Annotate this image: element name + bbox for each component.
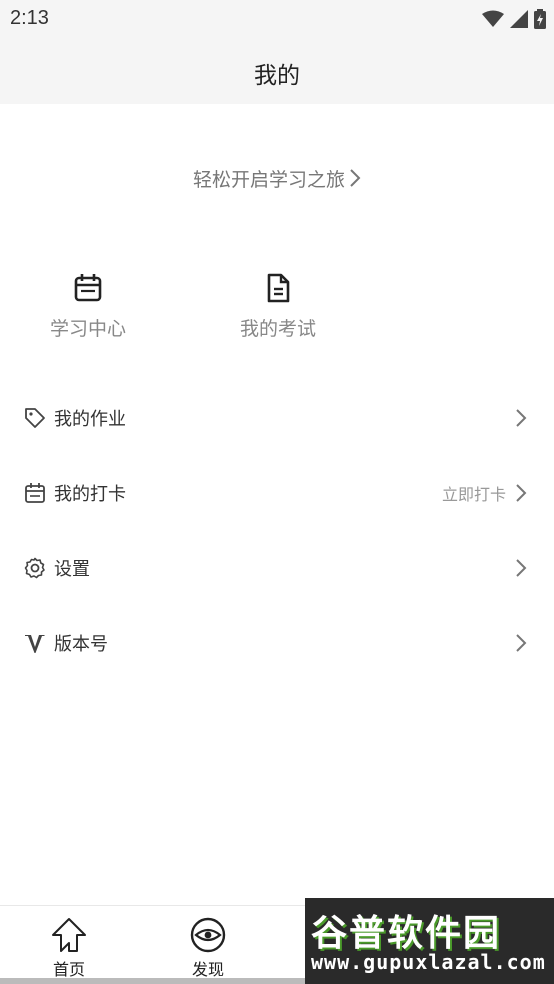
wifi-icon: [482, 10, 504, 27]
menu-item-my-checkin[interactable]: 我的打卡 立即打卡: [0, 465, 554, 521]
watermark: 谷普软件园 www.gupuxlazal.com: [305, 898, 554, 984]
eye-icon: [190, 917, 226, 953]
tag-icon: [24, 407, 46, 429]
chevron-right-icon: [516, 559, 527, 577]
menu-item-my-homework[interactable]: 我的作业: [0, 390, 554, 446]
page-title: 我的: [254, 63, 300, 89]
quick-item-label: 学习中心: [49, 318, 126, 340]
nav-item-label: 首页: [52, 960, 85, 979]
watermark-url: www.gupuxlazal.com: [311, 950, 546, 974]
quick-item-study-center[interactable]: 学习中心: [8, 272, 168, 344]
menu-item-label: 版本号: [54, 634, 108, 655]
status-icons: [482, 8, 546, 30]
banner-text: 轻松开启学习之旅: [192, 168, 345, 191]
menu-item-settings[interactable]: 设置: [0, 540, 554, 596]
gear-icon: [24, 557, 46, 579]
nav-item-home[interactable]: 首页: [19, 916, 119, 980]
menu-item-version[interactable]: 版本号: [0, 615, 554, 671]
menu-item-label: 设置: [54, 559, 90, 580]
calendar-icon: [24, 482, 46, 504]
checkin-now-text[interactable]: 立即打卡: [442, 481, 506, 505]
nav-item-label: 发现: [191, 960, 224, 979]
home-arrow-icon: [52, 918, 86, 952]
quick-item-my-exams[interactable]: 我的考试: [198, 272, 358, 344]
watermark-title: 谷普软件园: [311, 913, 502, 954]
chevron-right-icon: [349, 168, 361, 188]
status-bar: 2:13: [0, 0, 554, 38]
chevron-right-icon: [516, 409, 527, 427]
status-time: 2:13: [10, 7, 49, 29]
title-bar: 我的: [0, 38, 554, 104]
v-icon: [24, 632, 46, 654]
nav-item-discover[interactable]: 发现: [158, 916, 258, 980]
battery-icon: [534, 9, 546, 29]
menu-item-label: 我的打卡: [54, 484, 126, 505]
chevron-right-icon: [516, 634, 527, 652]
learning-banner[interactable]: 轻松开启学习之旅: [0, 160, 554, 196]
calendar-icon: [74, 274, 102, 302]
signal-icon: [510, 10, 528, 28]
menu-item-label: 我的作业: [54, 409, 126, 430]
document-icon: [267, 273, 290, 303]
chevron-right-icon: [516, 484, 527, 502]
quick-item-label: 我的考试: [239, 318, 316, 340]
